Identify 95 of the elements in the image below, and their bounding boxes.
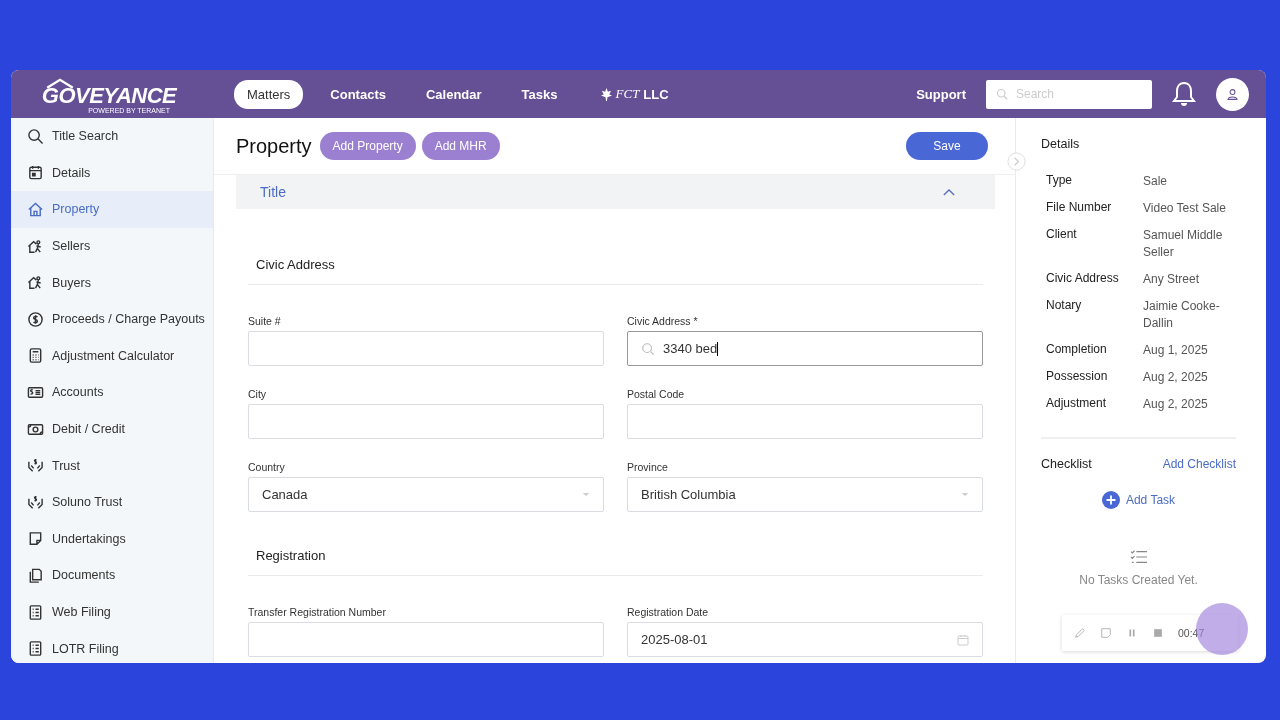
input-field[interactable]: [627, 404, 983, 439]
sidebar-item[interactable]: Debit / Credit: [11, 410, 213, 448]
field-label: Registration Date: [627, 606, 710, 618]
save-button[interactable]: Save: [906, 132, 988, 160]
sidebar-item[interactable]: Property: [11, 191, 213, 228]
user-icon: [1226, 87, 1239, 101]
note-icon: [27, 530, 44, 548]
support-link[interactable]: Support: [916, 86, 966, 102]
detail-label: Completion: [1046, 342, 1108, 358]
hands-dollar-icon: [27, 493, 44, 511]
house-person-icon: [27, 274, 44, 292]
house-person-icon: [27, 237, 44, 255]
sidebar-item[interactable]: Documents: [11, 557, 213, 594]
detail-value: Aug 2, 2025: [1143, 396, 1209, 413]
search-icon: [27, 127, 44, 145]
detail-label: Adjustment: [1046, 396, 1108, 412]
bell-icon[interactable]: [1172, 81, 1196, 107]
detail-value: Aug 2, 2025: [1143, 369, 1209, 386]
sidebar-item[interactable]: Proceeds / Charge Payouts: [11, 300, 213, 338]
empty-message: No Tasks Created Yet.: [1078, 573, 1199, 587]
detail-label: File Number: [1046, 200, 1113, 216]
detail-value: Sale: [1143, 173, 1169, 190]
house-icon: [27, 201, 44, 218]
detail-value: Jaimie Cooke-Dallin: [1143, 298, 1221, 332]
page-title: Property: [236, 134, 312, 158]
chevron-icon[interactable]: [943, 188, 955, 196]
field-label: Transfer Registration Number: [248, 606, 387, 618]
house-roof-icon: [44, 77, 76, 89]
detail-value: Video Test Sale: [1143, 200, 1227, 217]
calendar-icon: [957, 633, 969, 646]
calculator-icon: [27, 347, 44, 365]
detail-value: Aug 1, 2025: [1143, 342, 1209, 359]
pause-icon[interactable]: [1126, 627, 1138, 639]
input-field[interactable]: [248, 331, 604, 366]
group-title: Civic Address: [248, 257, 983, 285]
sidebar-item[interactable]: Undertakings: [11, 520, 213, 558]
detail-label: Client: [1046, 227, 1078, 243]
sidebar-item[interactable]: Web Filing: [11, 593, 213, 631]
add-task-button[interactable]: Add Task: [1041, 491, 1236, 509]
detail-label: Possession: [1046, 369, 1109, 385]
sidebar-item[interactable]: Adjustment Calculator: [11, 337, 213, 375]
nav-tab[interactable]: Tasks: [508, 79, 571, 109]
search-icon: [641, 341, 655, 356]
panel-title: Details: [1041, 137, 1081, 151]
sidebar-item[interactable]: Accounts: [11, 374, 213, 411]
nav-tab[interactable]: Matters: [234, 79, 304, 109]
detail-label: Civic Address: [1046, 271, 1120, 287]
nav-tab[interactable]: Contacts: [317, 79, 399, 109]
sidebar-item[interactable]: Details: [11, 154, 213, 192]
search-icon: [996, 88, 1008, 100]
avatar-button[interactable]: [1216, 77, 1249, 111]
nav-tab[interactable]: Calendar: [412, 79, 495, 109]
field-label: Civic Address *: [627, 315, 699, 327]
dropdown[interactable]: British Columbia: [627, 477, 983, 512]
add-checklist-link[interactable]: Add Checklist: [1162, 457, 1236, 471]
dollar-coin-icon: [27, 310, 44, 328]
sidebar-item[interactable]: Soluno Trust: [11, 483, 213, 521]
stop-icon[interactable]: [1152, 627, 1164, 639]
section-title: Title: [260, 184, 286, 200]
checklist-title: Checklist: [1041, 457, 1092, 471]
calendar-icon: [27, 164, 44, 182]
input-field[interactable]: [248, 622, 604, 657]
detail-label: Notary: [1046, 298, 1083, 314]
sidebar-item[interactable]: Sellers: [11, 227, 213, 265]
input-field[interactable]: [248, 404, 604, 439]
detail-label: Type: [1046, 173, 1073, 189]
field-label: Postal Code: [627, 388, 686, 400]
field-label: Country: [248, 461, 286, 473]
detail-value: Samuel Middle Seller: [1143, 227, 1224, 261]
sidebar-item[interactable]: Title Search: [11, 118, 213, 155]
org-name: LLC: [643, 86, 669, 102]
input-field[interactable]: 3340 bed: [627, 331, 983, 366]
recording-time: 00:47: [1178, 627, 1205, 639]
list-icon: [27, 603, 44, 621]
org-logo: FCT: [615, 86, 640, 102]
field-label: Suite #: [248, 315, 282, 327]
dropdown-arrow-icon: [961, 492, 969, 497]
field-label: City: [248, 388, 268, 400]
dropdown[interactable]: Canada: [248, 477, 604, 512]
dropdown-arrow-icon: [582, 492, 590, 497]
field-label: Province: [627, 461, 669, 473]
list-icon: [27, 640, 44, 658]
leaf-icon: [600, 87, 612, 101]
detail-value: Any Street: [1143, 271, 1201, 288]
note-icon[interactable]: [1100, 627, 1112, 639]
plus-icon: [1101, 491, 1120, 509]
sidebar-item[interactable]: Buyers: [11, 264, 213, 301]
documents-icon: [27, 566, 44, 584]
date-field[interactable]: 2025-08-01: [627, 622, 983, 657]
sidebar-item[interactable]: Trust: [11, 447, 213, 484]
sidebar-item[interactable]: LOTR Filing: [11, 630, 213, 663]
checklist-icon: [1129, 549, 1148, 565]
pencil-icon[interactable]: [1074, 627, 1086, 639]
section-header[interactable]: Title: [236, 175, 995, 209]
group-title: Registration: [248, 548, 983, 576]
